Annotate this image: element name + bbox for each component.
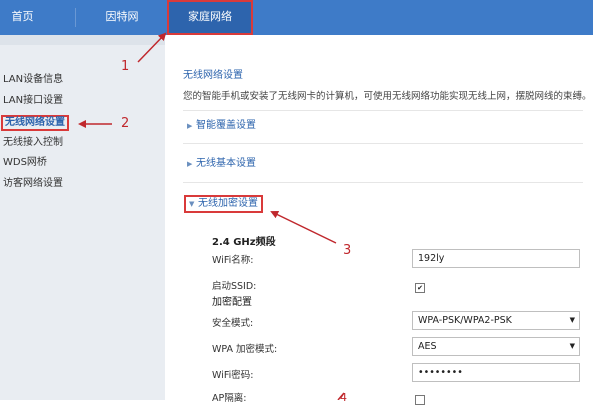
page-title: 无线网络设置 bbox=[183, 70, 243, 81]
collapsed-triangle-icon: ▶ bbox=[187, 122, 193, 130]
sidebar-item-lan-interface[interactable]: LAN接口设置 bbox=[3, 94, 63, 108]
tab-home[interactable]: 首页 bbox=[0, 0, 45, 35]
annotation-number-3: 3 bbox=[343, 243, 352, 258]
section-basic-settings[interactable]: ▶ 无线基本设置 bbox=[187, 157, 256, 171]
wpa-mode-label: WPA 加密模式: bbox=[212, 344, 278, 355]
sidebar bbox=[0, 35, 165, 400]
dropdown-arrow-icon: ▼ bbox=[569, 342, 575, 350]
section-coverage-settings[interactable]: ▶ 智能覆盖设置 bbox=[187, 119, 256, 133]
page-description: 您的智能手机或安装了无线网卡的计算机，可使用无线网络功能实现无线上网，摆脱网线的… bbox=[183, 91, 592, 102]
wifi-password-label: WiFi密码: bbox=[212, 370, 254, 381]
annotation-arrow-3 bbox=[270, 211, 337, 244]
tab-internet[interactable]: 因特网 bbox=[92, 0, 152, 35]
annotation-number-4: 4 bbox=[340, 391, 347, 404]
tab-divider bbox=[75, 8, 76, 27]
sidebar-item-wireless-settings[interactable]: 无线网络设置 bbox=[1, 115, 69, 131]
sidebar-item-wireless-access-control[interactable]: 无线接入控制 bbox=[3, 136, 63, 150]
band-title: 2.4 GHz频段 bbox=[212, 237, 276, 248]
ap-isolation-checkbox[interactable] bbox=[415, 395, 425, 405]
section-encryption-settings[interactable]: ▼ 无线加密设置 bbox=[184, 195, 263, 213]
section-divider bbox=[183, 182, 583, 183]
wpa-mode-value: AES bbox=[418, 341, 437, 352]
section-divider bbox=[183, 110, 583, 111]
security-mode-select[interactable]: WPA-PSK/WPA2-PSK ▼ bbox=[412, 311, 580, 330]
section-label: 智能覆盖设置 bbox=[196, 120, 256, 131]
ssid-label: 启动SSID: bbox=[212, 281, 257, 292]
section-divider bbox=[183, 143, 583, 144]
wpa-mode-select[interactable]: AES ▼ bbox=[412, 337, 580, 356]
dropdown-arrow-icon: ▼ bbox=[569, 316, 575, 324]
sidebar-item-lan-device-info[interactable]: LAN设备信息 bbox=[3, 73, 63, 87]
wifi-name-label: WiFi名称: bbox=[212, 255, 254, 266]
sidebar-header-strip bbox=[0, 35, 165, 45]
section-label: 无线加密设置 bbox=[198, 198, 258, 209]
security-mode-value: WPA-PSK/WPA2-PSK bbox=[418, 315, 512, 326]
sidebar-item-wds-bridge[interactable]: WDS网桥 bbox=[3, 156, 47, 170]
sidebar-item-guest-network[interactable]: 访客网络设置 bbox=[3, 177, 63, 191]
expanded-triangle-icon: ▼ bbox=[189, 200, 195, 208]
wifi-name-input[interactable]: 192ly bbox=[412, 249, 580, 268]
ap-isolation-label: AP隔离: bbox=[212, 393, 247, 404]
ssid-checkbox[interactable]: ✔ bbox=[415, 283, 425, 293]
tab-home-network[interactable]: 家庭网络 bbox=[167, 0, 253, 35]
annotation-number-1: 1 bbox=[121, 59, 130, 74]
collapsed-triangle-icon: ▶ bbox=[187, 160, 193, 168]
top-navigation-bar: 首页 因特网 家庭网络 bbox=[0, 0, 593, 35]
security-mode-label: 安全模式: bbox=[212, 318, 254, 329]
annotation-number-2: 2 bbox=[121, 116, 130, 131]
section-label: 无线基本设置 bbox=[196, 158, 256, 169]
encryption-config-label: 加密配置 bbox=[212, 297, 252, 308]
wifi-password-input[interactable]: •••••••• bbox=[412, 363, 580, 382]
